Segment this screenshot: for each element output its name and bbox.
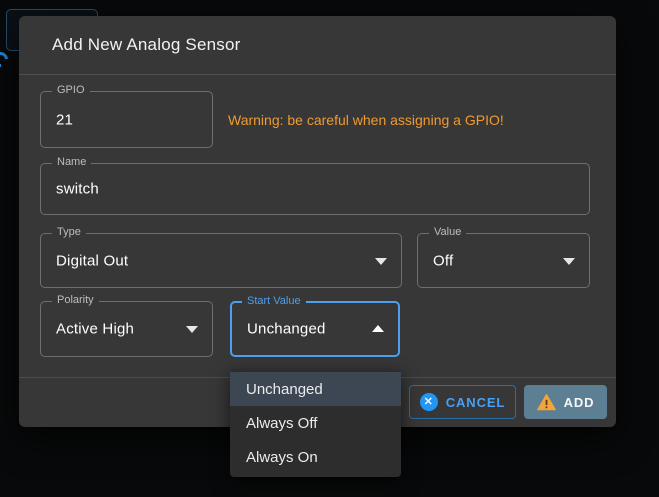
chevron-down-icon — [375, 258, 387, 265]
chevron-down-icon — [563, 258, 575, 265]
gpio-label: GPIO — [52, 84, 90, 96]
cancel-circle-icon: ✕ — [420, 393, 438, 411]
chevron-up-icon — [372, 325, 384, 332]
menu-item-always-on[interactable]: Always On — [230, 440, 401, 474]
type-select[interactable]: Type Digital Out — [40, 233, 402, 288]
start-value-select[interactable]: Start Value Unchanged — [230, 301, 400, 357]
type-label: Type — [52, 226, 86, 238]
name-label: Name — [52, 156, 91, 168]
dialog-header: Add New Analog Sensor — [19, 16, 616, 75]
name-field[interactable]: Name switch — [40, 163, 590, 215]
polarity-select[interactable]: Polarity Active High — [40, 301, 213, 357]
gpio-field[interactable]: GPIO 21 — [40, 91, 213, 148]
add-button-label: ADD — [564, 395, 595, 410]
chevron-down-icon — [186, 326, 198, 333]
warning-triangle-icon — [537, 394, 556, 411]
add-button[interactable]: ADD — [524, 385, 607, 419]
value-select[interactable]: Value Off — [417, 233, 590, 288]
cancel-button[interactable]: ✕ CANCEL — [409, 385, 516, 419]
polarity-label: Polarity — [52, 294, 99, 306]
value-label: Value — [429, 226, 466, 238]
gpio-warning: Warning: be careful when assigning a GPI… — [228, 91, 504, 148]
name-value: switch — [56, 181, 99, 198]
gpio-value: 21 — [56, 111, 73, 128]
value-value: Off — [433, 252, 453, 269]
menu-item-always-off[interactable]: Always Off — [230, 406, 401, 440]
type-value: Digital Out — [56, 252, 128, 269]
menu-item-unchanged[interactable]: Unchanged — [230, 372, 401, 406]
polarity-value: Active High — [56, 321, 134, 338]
dialog-title: Add New Analog Sensor — [52, 35, 241, 55]
cancel-button-label: CANCEL — [446, 395, 506, 410]
add-sensor-dialog: Add New Analog Sensor GPIO 21 Warning: b… — [19, 16, 616, 427]
start-value-dropdown-menu: Unchanged Always Off Always On — [230, 369, 401, 477]
start-value-label: Start Value — [242, 295, 306, 307]
page: Add New Analog Sensor GPIO 21 Warning: b… — [0, 0, 659, 497]
start-value-value: Unchanged — [247, 321, 326, 338]
refresh-icon — [0, 49, 11, 70]
